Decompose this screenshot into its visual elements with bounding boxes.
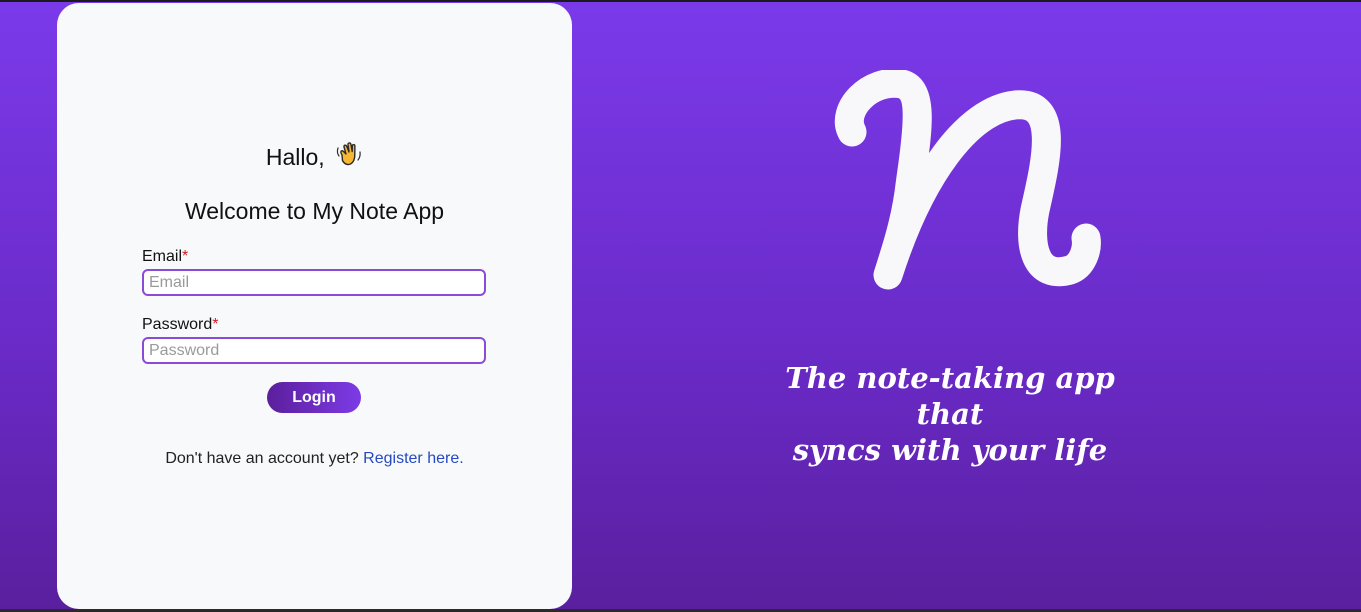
greeting-text: Hallo, bbox=[265, 144, 325, 170]
welcome-title: Welcome to My Note App bbox=[184, 198, 445, 224]
tagline-line-2: syncs with your life bbox=[792, 433, 1108, 467]
password-required-mark: * bbox=[212, 316, 219, 333]
email-input[interactable] bbox=[142, 269, 486, 296]
password-label: Password* bbox=[142, 316, 218, 334]
email-label-text: Email bbox=[142, 248, 183, 265]
brand-tagline: The note-taking app that syncs with your… bbox=[770, 360, 1130, 468]
password-label-text: Password bbox=[142, 316, 213, 333]
register-prompt-text: Don't have an account yet? bbox=[165, 450, 359, 467]
register-prompt-line: Don't have an account yet? Register here… bbox=[57, 450, 572, 468]
window-top-border bbox=[0, 0, 1361, 2]
login-card: Hallo, Welcome to My Note App Email* Pas… bbox=[57, 3, 572, 609]
email-label: Email* bbox=[142, 248, 188, 266]
waving-hand-icon bbox=[335, 140, 363, 174]
password-input[interactable] bbox=[142, 337, 486, 364]
register-link[interactable]: Register here. bbox=[363, 450, 464, 467]
email-required-mark: * bbox=[182, 248, 189, 265]
n-script-logo-icon bbox=[830, 68, 1105, 295]
greeting-heading: Hallo, bbox=[57, 140, 572, 174]
login-button[interactable]: Login bbox=[267, 382, 361, 413]
tagline-line-1: The note-taking app that bbox=[785, 361, 1115, 431]
